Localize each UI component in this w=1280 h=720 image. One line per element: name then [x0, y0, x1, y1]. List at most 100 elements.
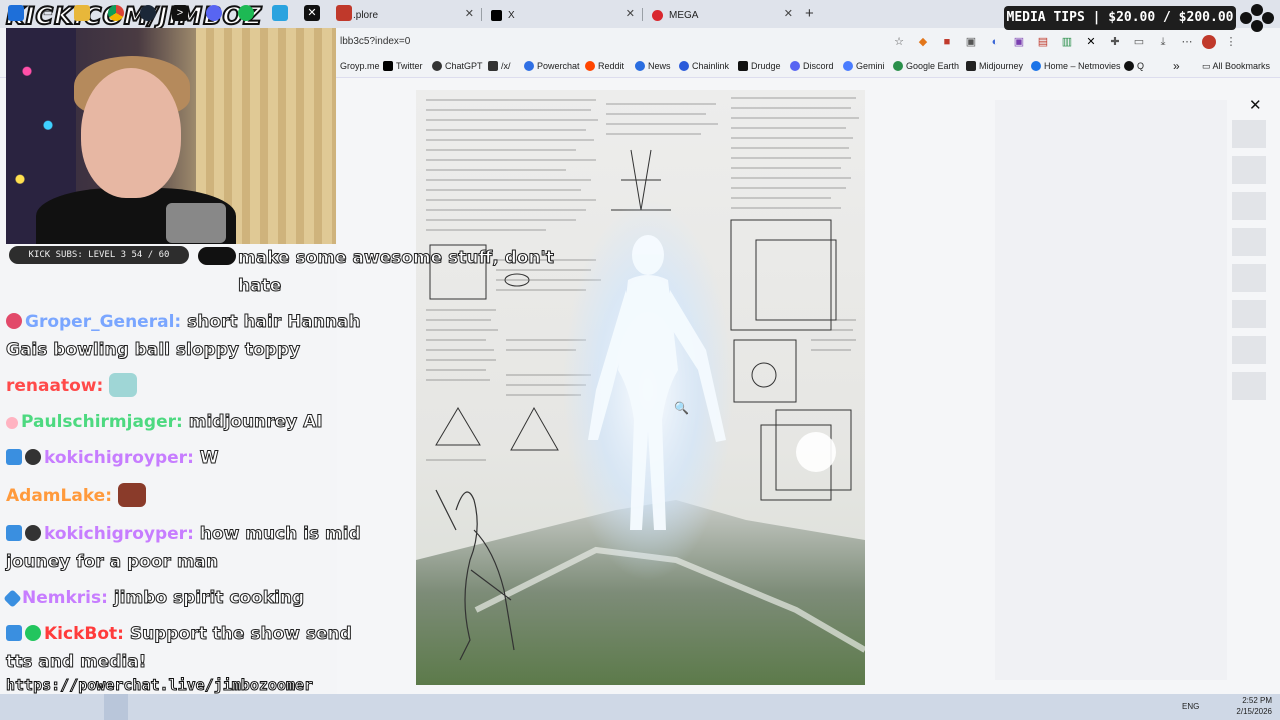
- google-earth-icon: [893, 61, 903, 71]
- close-tab-icon[interactable]: ✕: [626, 7, 635, 20]
- x-icon[interactable]: ✕: [304, 5, 320, 21]
- bookmark[interactable]: Reddit: [585, 61, 624, 71]
- steam-icon[interactable]: [140, 5, 156, 21]
- bookmark-label: Reddit: [598, 61, 625, 71]
- star-icon[interactable]: ☆: [890, 34, 908, 50]
- download-icon[interactable]: ⤓: [1154, 34, 1172, 50]
- puzzle-icon[interactable]: ✚: [1106, 34, 1124, 50]
- task-view-icon[interactable]: ▭: [40, 5, 56, 21]
- bookmark-label: Google Earth: [906, 61, 960, 71]
- chat-message: kokichigroyper: W: [6, 444, 366, 472]
- file-explorer-icon[interactable]: [74, 5, 90, 21]
- bookmark-label: /x/: [501, 61, 511, 71]
- extension-icon[interactable]: ◐: [986, 34, 1004, 50]
- chat-username: KickBot:: [44, 624, 124, 644]
- tab-mega[interactable]: MEGA ✕: [644, 4, 799, 26]
- chat-username: Paulschirmjager:: [21, 412, 183, 432]
- bookmark-label: Midjourney: [979, 61, 1024, 71]
- user-badge-icon: [6, 417, 18, 429]
- emote-icon: [109, 373, 138, 397]
- glow-orb: [796, 432, 836, 472]
- extension-icons: ☆ ◆ ■ ▣ ◐ ▣ ▤ ▥ ✕ ✚ ▭ ⤓ ⋯ ⋮: [890, 34, 1240, 50]
- bookmark[interactable]: Home – Netmovies: [1031, 61, 1121, 71]
- tab-explore[interactable]: .plore ✕: [345, 4, 480, 26]
- bookmark-label: Gemini: [856, 61, 885, 71]
- language-indicator[interactable]: ENG: [1182, 702, 1199, 711]
- bookmark[interactable]: /x/: [488, 61, 511, 71]
- x-icon[interactable]: ✕: [1082, 34, 1100, 50]
- bookmark[interactable]: Powerchat: [524, 61, 580, 71]
- midjourney-icon: [966, 61, 976, 71]
- extension-icon[interactable]: ▤: [1034, 34, 1052, 50]
- bookmark[interactable]: Twitter: [383, 61, 423, 71]
- discord-icon: [790, 61, 800, 71]
- spotify-icon[interactable]: [238, 5, 254, 21]
- microphone: [166, 203, 226, 243]
- subs-progress: KICK SUBS: LEVEL 3 54 / 60: [9, 246, 189, 264]
- cube-sketch: [733, 339, 797, 403]
- terminal-icon[interactable]: >: [172, 5, 188, 21]
- chat-message: renaatow:: [6, 372, 366, 400]
- more-bookmarks-button[interactable]: »: [1173, 59, 1180, 73]
- sketch-art: [416, 97, 865, 685]
- cube-sketch: [730, 219, 832, 331]
- bookmark-label: Groyp.me: [340, 61, 380, 71]
- triangle-sketch: [435, 407, 481, 446]
- bot-badge-icon: [25, 625, 41, 641]
- bookmark[interactable]: ChatGPT: [432, 61, 483, 71]
- extension-icon[interactable]: ▣: [962, 34, 980, 50]
- bookmark-label: Discord: [803, 61, 834, 71]
- extension-icon[interactable]: ■: [938, 34, 956, 50]
- bookmark[interactable]: Gemini: [843, 61, 885, 71]
- active-app-highlight: [104, 694, 128, 720]
- close-tab-icon[interactable]: ✕: [784, 7, 793, 20]
- clock[interactable]: 2:52 PM 2/15/2026: [1236, 695, 1272, 717]
- bookmark[interactable]: Midjourney: [966, 61, 1023, 71]
- discord-icon[interactable]: [206, 5, 222, 21]
- chat-message: Groper_General: short hair Hannah Gais b…: [6, 308, 366, 364]
- artwork-image[interactable]: [416, 90, 865, 685]
- sub-badge-icon: [6, 625, 22, 641]
- bookmark[interactable]: Drudge: [738, 61, 781, 71]
- avatar[interactable]: [1202, 35, 1216, 49]
- bookmark[interactable]: Discord: [790, 61, 834, 71]
- zoom-cursor-icon: 🔍: [674, 401, 689, 415]
- extension-icon[interactable]: ▥: [1058, 34, 1076, 50]
- clock-date: 2/15/2026: [1236, 707, 1272, 716]
- bookmark[interactable]: Q: [1124, 61, 1144, 71]
- windows-start-icon[interactable]: [8, 5, 24, 21]
- chat-message: Nemkris: jimbo spirit cooking: [3, 584, 366, 612]
- bookmark[interactable]: Chainlink: [679, 61, 729, 71]
- bookmark[interactable]: News: [635, 61, 671, 71]
- tab-label: X: [508, 9, 515, 21]
- app-icon[interactable]: [336, 5, 352, 21]
- url-field[interactable]: lbb3c5?index=0: [340, 36, 410, 47]
- new-tab-button[interactable]: +: [805, 5, 814, 22]
- powerchat-icon: [524, 61, 534, 71]
- thumbnail: [1232, 372, 1266, 400]
- close-icon[interactable]: ✕: [1249, 96, 1262, 114]
- chrome-icon[interactable]: [108, 5, 124, 21]
- metamask-icon[interactable]: ◆: [914, 34, 932, 50]
- bookmark[interactable]: Google Earth: [893, 61, 959, 71]
- emote-icon: [117, 483, 146, 507]
- telegram-icon[interactable]: [272, 5, 288, 21]
- tab-search-icon[interactable]: ▭: [1130, 34, 1148, 50]
- clock-time: 2:52 PM: [1242, 696, 1272, 705]
- bookmark-label: Home – Netmovies: [1044, 61, 1121, 71]
- media-tips-icon: [1240, 4, 1274, 32]
- chat-username: Nemkris:: [22, 588, 108, 608]
- sub-badge-icon: [6, 525, 22, 541]
- q-icon: [1124, 61, 1134, 71]
- extension-icon[interactable]: ⋯: [1178, 34, 1196, 50]
- bookmark[interactable]: Groyp.me: [340, 61, 380, 71]
- close-tab-icon[interactable]: ✕: [465, 7, 474, 20]
- all-bookmarks-button[interactable]: ▭ All Bookmarks: [1202, 61, 1270, 72]
- tab-divider: [642, 8, 643, 21]
- extension-icon[interactable]: ▣: [1010, 34, 1028, 50]
- tab-x[interactable]: X ✕: [483, 4, 641, 26]
- message-text: W: [199, 448, 219, 469]
- bookmark-label: News: [648, 61, 671, 71]
- menu-icon[interactable]: ⋮: [1222, 34, 1240, 50]
- thumbnail: [1232, 192, 1266, 220]
